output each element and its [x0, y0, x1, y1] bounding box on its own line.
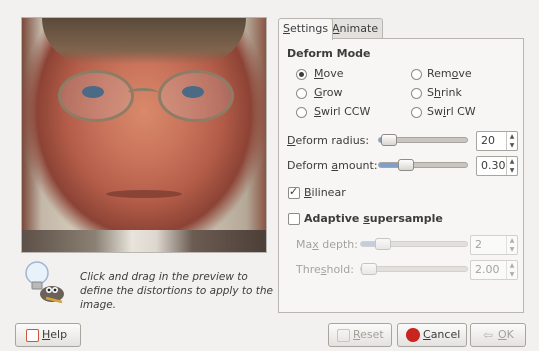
- bilinear-label: Bilinear: [304, 186, 346, 199]
- max-depth-spin[interactable]: 2 ▲ ▼: [470, 235, 518, 255]
- threshold-value: 2.00: [475, 263, 500, 276]
- deform-amount-knob[interactable]: [398, 159, 415, 171]
- max-depth-label: Max depth:: [296, 238, 358, 251]
- radio-swirl-cw-label: Swirl CW: [427, 105, 476, 118]
- deform-amount-value: 0.30: [481, 159, 506, 172]
- radio-grow-label: Grow: [314, 86, 343, 99]
- lightbulb-icon: [25, 261, 64, 304]
- radio-shrink-indicator[interactable]: [411, 88, 422, 99]
- threshold-slider[interactable]: [360, 263, 468, 275]
- reset-icon: [337, 328, 350, 342]
- bilinear-check-indicator[interactable]: [288, 185, 300, 199]
- cancel-button[interactable]: Cancel: [397, 323, 467, 347]
- max-depth-value: 2: [475, 238, 482, 251]
- adaptive-supersample-label: Adaptive supersample: [304, 212, 443, 225]
- deform-mode-title: Deform Mode: [287, 47, 371, 60]
- threshold-knob[interactable]: [361, 263, 377, 275]
- preview-mouth: [106, 190, 182, 198]
- spin-arrows-icon[interactable]: ▲ ▼: [506, 157, 517, 175]
- deform-radius-label: Deform radius:: [287, 134, 370, 147]
- radio-shrink-label: Shrink: [427, 86, 462, 99]
- max-depth-knob[interactable]: [375, 238, 392, 250]
- preview-right-eye: [182, 86, 204, 98]
- tab-animate-label-rest: nimate: [339, 22, 379, 35]
- cancel-icon: [406, 328, 420, 342]
- tab-animate[interactable]: Animate: [327, 18, 384, 39]
- preview-hair: [42, 18, 246, 64]
- spin-arrows-icon[interactable]: ▲ ▼: [506, 261, 517, 279]
- tab-settings-label-rest: ettings: [289, 22, 329, 35]
- radio-move-indicator[interactable]: [296, 69, 307, 80]
- adaptive-check-indicator[interactable]: [288, 213, 300, 225]
- help-button[interactable]: Help: [15, 323, 81, 347]
- preview-left-eye: [82, 86, 104, 98]
- deform-amount-label: Deform amount:: [287, 159, 378, 172]
- radio-remove-label: Remove: [427, 67, 472, 80]
- deform-radius-knob[interactable]: [380, 134, 397, 146]
- ok-icon: ⇦: [482, 328, 494, 342]
- reset-button[interactable]: Reset: [328, 323, 392, 347]
- radio-swirl-ccw-label: Swirl CCW: [314, 105, 371, 118]
- threshold-label: Threshold:: [296, 263, 354, 276]
- hint-text: Click and drag in the preview to define …: [80, 271, 273, 311]
- preview-image[interactable]: [21, 17, 267, 253]
- tab-settings[interactable]: Settings: [278, 18, 334, 40]
- deform-radius-value: 20: [481, 134, 495, 147]
- deform-amount-slider[interactable]: [378, 159, 468, 171]
- threshold-spin[interactable]: 2.00 ▲ ▼: [470, 260, 518, 280]
- radio-grow-indicator[interactable]: [296, 88, 307, 99]
- radio-swirl-ccw-indicator[interactable]: [296, 107, 307, 118]
- spin-arrows-icon[interactable]: ▲ ▼: [506, 236, 517, 254]
- max-depth-slider[interactable]: [360, 238, 468, 250]
- help-icon: [26, 328, 39, 342]
- radio-swirl-cw-indicator[interactable]: [411, 107, 422, 118]
- deform-radius-spin[interactable]: 20 ▲ ▼: [476, 131, 518, 151]
- tab-settings-mnemonic: S: [283, 22, 290, 35]
- deform-radius-slider[interactable]: [378, 134, 468, 146]
- deform-amount-spin[interactable]: 0.30 ▲ ▼: [476, 156, 518, 176]
- tab-animate-mnemonic: A: [332, 22, 340, 35]
- preview-collar: [22, 230, 266, 252]
- spin-arrows-icon[interactable]: ▲ ▼: [506, 132, 517, 150]
- preview-bridge: [128, 88, 158, 97]
- radio-move-label: Move: [314, 67, 344, 80]
- ok-button[interactable]: ⇦ OK: [470, 323, 526, 347]
- radio-remove-indicator[interactable]: [411, 69, 422, 80]
